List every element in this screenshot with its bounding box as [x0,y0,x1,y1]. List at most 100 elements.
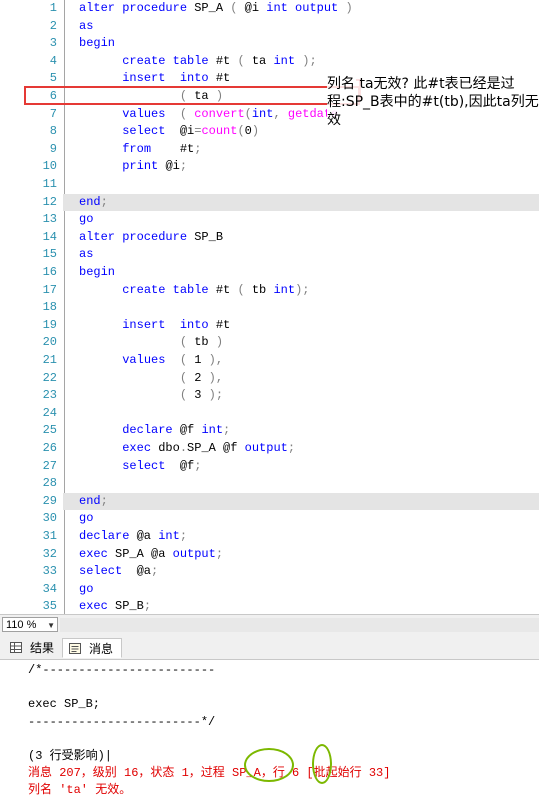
code-token: print [122,159,166,174]
code-text: declare @a int; [79,528,187,546]
highlight-box-line-6 [24,86,360,105]
code-token: from [122,141,180,156]
code-token: @a [136,564,152,579]
code-token: output [244,441,288,455]
code-line[interactable]: 15 as [0,246,539,264]
code-token: ( [179,370,195,385]
code-line[interactable]: 33 select @a; [0,563,539,581]
code-text: as [79,18,93,36]
line-number: 30 [42,511,57,526]
code-token: ; [100,493,108,508]
line-number: 2 [49,18,57,33]
code-line[interactable]: 10 print @i; [0,158,539,176]
code-token: int [158,529,180,543]
code-line[interactable]: 1 alter procedure SP_A ( @i int output ) [0,0,539,18]
code-token: ( [179,388,195,403]
code-line[interactable]: 9 from #t; [0,141,539,159]
messages-pane[interactable]: /*------------------------ exec SP_B; ----… [0,660,539,807]
code-text: ( tb ) [79,334,223,352]
code-line[interactable]: 21 values ( 1 ), [0,352,539,370]
code-text: declare @f int; [79,422,230,440]
line-number: 13 [42,212,57,227]
code-line[interactable]: 18 [0,299,539,317]
code-token: declare [122,423,180,438]
code-token: end [79,493,101,508]
code-token: ), [208,370,224,385]
code-token: ( [237,53,252,68]
code-line[interactable]: 17 create table #t ( tb int); [0,282,539,300]
code-token: @a [136,529,159,543]
code-line[interactable]: 13 go [0,211,539,229]
code-token: ; [179,529,188,543]
line-number: 34 [42,581,57,596]
code-text: exec dbo.SP_A @f output; [79,440,295,458]
code-line[interactable]: 28 [0,475,539,493]
code-line[interactable]: 14 alter procedure SP_B [0,229,539,247]
line-number: 21 [42,353,57,367]
code-token: @i [165,159,180,174]
code-line[interactable]: 24 [0,405,539,423]
code-line[interactable]: 27 select @f; [0,458,539,476]
code-line[interactable]: 31 declare @a int; [0,528,539,546]
tab-messages[interactable]: 消息 [62,638,122,658]
code-line[interactable]: 30 go [0,510,539,528]
code-line[interactable]: 32 exec SP_A @a output; [0,546,539,564]
code-line[interactable]: 11 [0,176,539,194]
code-line[interactable]: 3 begin [0,35,539,53]
code-token: as [79,18,94,33]
code-line[interactable]: 16 begin [0,264,539,282]
code-line[interactable]: 23 ( 3 ); [0,387,539,405]
message-line: exec SP_B; [28,697,101,712]
code-text: print @i; [79,158,187,176]
code-line[interactable]: 22 ( 2 ), [0,370,539,388]
code-token: ; [223,423,231,438]
line-number: 27 [42,458,57,473]
code-token: #t [215,317,231,332]
code-token: 2 [194,370,209,385]
code-token: tb [194,335,216,350]
code-text: create table #t ( ta int ); [79,53,316,71]
code-line[interactable]: 26 exec dbo.SP_A @f output; [0,440,539,458]
line-number: 20 [42,335,57,350]
code-line[interactable]: 12 end; [0,194,539,212]
code-text: begin [79,264,115,282]
code-line[interactable]: 19 insert into #t [0,317,539,335]
zoom-select[interactable]: 110 % ▼ [2,617,58,632]
code-line[interactable]: 34 go [0,581,539,599]
code-token: 3 [194,388,209,403]
code-line[interactable]: 29 end; [0,493,539,511]
line-number: 24 [42,405,57,420]
code-token: exec [79,546,116,561]
line-number: 9 [49,141,57,156]
code-line[interactable]: 20 ( tb ) [0,334,539,352]
code-line[interactable]: 2 as [0,18,539,36]
code-token: go [79,511,94,526]
code-line[interactable]: 4 create table #t ( ta int ); [0,53,539,71]
tab-results[interactable]: 结果 [4,638,62,658]
horizontal-scrollbar[interactable] [60,618,539,632]
code-token: @f [179,458,195,473]
code-token: @i [179,124,195,139]
code-line[interactable]: 25 declare @f int; [0,422,539,440]
code-token: output [172,546,216,561]
code-line[interactable]: 35 exec SP_B; [0,598,539,614]
line-number: 25 [42,423,57,438]
line-number: 1 [49,1,57,15]
code-token: tb [251,282,274,297]
code-token: ; [287,441,296,455]
line-number: 12 [42,194,57,209]
code-text: alter procedure SP_A ( @i int output ) [79,0,353,18]
code-token: ; [143,599,152,614]
circle-line-number [312,744,332,784]
code-text: values ( convert(int, getdate [79,106,338,124]
code-token: int [251,106,274,121]
line-number: 7 [49,106,57,121]
